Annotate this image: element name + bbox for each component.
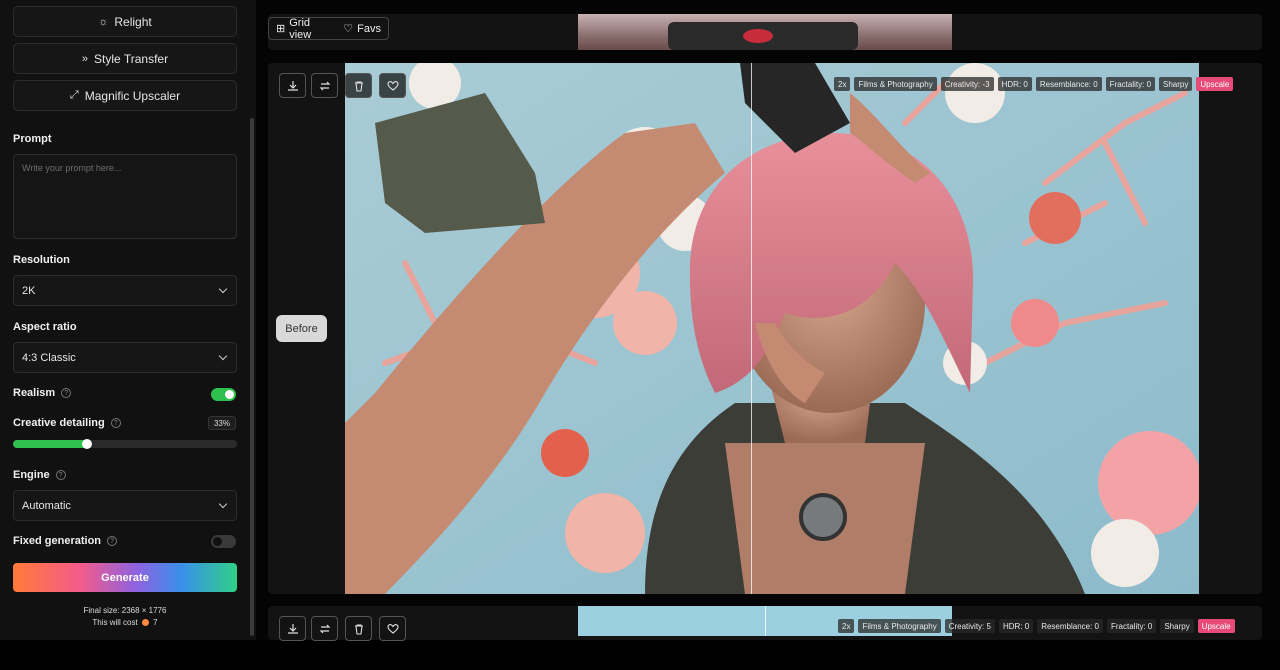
result-tags: 2x Films & Photography Creativity: -3 HD…	[834, 77, 1234, 91]
hdr-tag: HDR: 0	[997, 77, 1032, 91]
comparison-image[interactable]	[345, 63, 1199, 594]
creative-detailing-value: 33%	[208, 416, 236, 430]
relight-button[interactable]: ☼ Relight	[13, 6, 237, 37]
generate-button[interactable]: Generate	[13, 563, 237, 592]
style-tag: Films & Photography	[854, 77, 937, 91]
resemblance-tag: Resemblance: 0	[1035, 77, 1102, 91]
reuse-button[interactable]	[311, 616, 338, 641]
help-icon[interactable]: ?	[110, 418, 121, 428]
sun-icon: ☼	[98, 15, 109, 28]
swap-icon	[319, 624, 330, 633]
comparison-divider[interactable]	[751, 63, 752, 594]
style-transfer-label: Style Transfer	[94, 51, 169, 66]
magnific-upscaler-label: Magnific Upscaler	[84, 88, 181, 103]
magnific-upscaler-button[interactable]: ⤢ Magnific Upscaler	[13, 80, 237, 111]
delete-button[interactable]	[345, 73, 372, 98]
hdr-tag: HDR: 0	[998, 619, 1034, 633]
download-icon	[287, 80, 298, 91]
next-comparison-divider[interactable]	[765, 606, 766, 636]
toggle-knob	[213, 537, 222, 546]
heart-icon	[386, 623, 399, 634]
expand-icon: ⤢	[69, 89, 79, 101]
chevron-down-icon	[218, 499, 228, 509]
slider-fill	[13, 440, 87, 448]
download-button[interactable]	[279, 616, 306, 641]
chevron-down-icon	[218, 284, 228, 294]
favorite-button[interactable]	[379, 616, 406, 641]
fractality-tag: Fractality: 0	[1107, 619, 1157, 633]
style-tag: Films & Photography	[858, 619, 941, 633]
engine-tag: Sharpy	[1160, 619, 1194, 633]
engine-label: Engine ?	[13, 469, 66, 481]
final-size-text: Final size: 2368 × 1776	[83, 606, 167, 615]
portrait-illustration	[345, 63, 1199, 594]
reuse-button[interactable]	[311, 73, 338, 98]
heart-icon: ♡	[343, 23, 354, 35]
favorite-button[interactable]	[379, 73, 406, 98]
realism-toggle[interactable]	[211, 388, 236, 401]
cost-text: This will cost 7	[92, 618, 158, 627]
double-chevron-icon: »	[81, 52, 89, 65]
help-icon[interactable]: ?	[61, 388, 72, 398]
grid-icon: ⊞	[276, 23, 286, 35]
aspect-ratio-value: 4:3 Classic	[22, 351, 76, 364]
grid-view-button[interactable]: ⊞ Grid view	[269, 17, 336, 41]
creative-detailing-label: Creative detailing ?	[13, 417, 121, 429]
heart-icon	[386, 80, 399, 91]
resemblance-tag: Resemblance: 0	[1037, 619, 1103, 633]
scale-tag: 2x	[834, 77, 851, 91]
cost-value: 7	[153, 618, 158, 627]
prompt-input[interactable]	[13, 154, 237, 239]
style-transfer-button[interactable]: » Style Transfer	[13, 43, 237, 74]
resolution-select[interactable]: 2K	[13, 275, 237, 306]
slider-thumb[interactable]	[81, 439, 92, 449]
creativity-tag: Creativity: -3	[940, 77, 994, 91]
help-icon[interactable]: ?	[55, 470, 66, 480]
fractality-tag: Fractality: 0	[1105, 77, 1156, 91]
delete-button[interactable]	[345, 616, 372, 641]
aspect-ratio-label: Aspect ratio	[13, 321, 77, 333]
before-button[interactable]: Before	[276, 315, 327, 342]
creative-detailing-slider[interactable]	[13, 439, 237, 449]
trash-icon	[354, 623, 363, 635]
engine-value: Automatic	[22, 499, 71, 512]
realism-label: Realism ?	[13, 387, 72, 399]
chevron-down-icon	[218, 351, 228, 361]
relight-label: Relight	[114, 14, 152, 29]
prompt-label: Prompt	[13, 133, 52, 145]
engine-tag: Sharpy	[1159, 77, 1193, 91]
previous-result-image[interactable]	[578, 14, 952, 50]
fixed-generation-label: Fixed generation ?	[13, 535, 118, 547]
resolution-label: Resolution	[13, 254, 70, 266]
toggle-knob	[225, 390, 234, 399]
aspect-ratio-select[interactable]: 4:3 Classic	[13, 342, 237, 373]
upscale-badge: Upscale	[1196, 77, 1234, 91]
sidebar-scrollbar[interactable]	[250, 118, 254, 636]
scale-tag: 2x	[838, 619, 855, 633]
creativity-tag: Creativity: 5	[944, 619, 995, 633]
sidebar: ☼ Relight » Style Transfer ⤢ Magnific Up…	[0, 0, 256, 640]
favs-button[interactable]: ♡ Favs	[336, 18, 388, 39]
upscale-badge: Upscale	[1197, 619, 1235, 633]
resolution-value: 2K	[22, 284, 36, 297]
download-icon	[287, 623, 298, 634]
download-button[interactable]	[279, 73, 306, 98]
trash-icon	[354, 80, 363, 92]
swap-icon	[319, 81, 330, 90]
result-tags: 2x Films & Photography Creativity: 5 HDR…	[838, 619, 1235, 633]
engine-select[interactable]: Automatic	[13, 490, 237, 521]
view-toggle: ⊞ Grid view ♡ Favs	[268, 17, 389, 41]
fixed-generation-toggle[interactable]	[211, 535, 236, 548]
credit-coin-icon	[141, 619, 149, 626]
help-icon[interactable]: ?	[107, 536, 118, 546]
